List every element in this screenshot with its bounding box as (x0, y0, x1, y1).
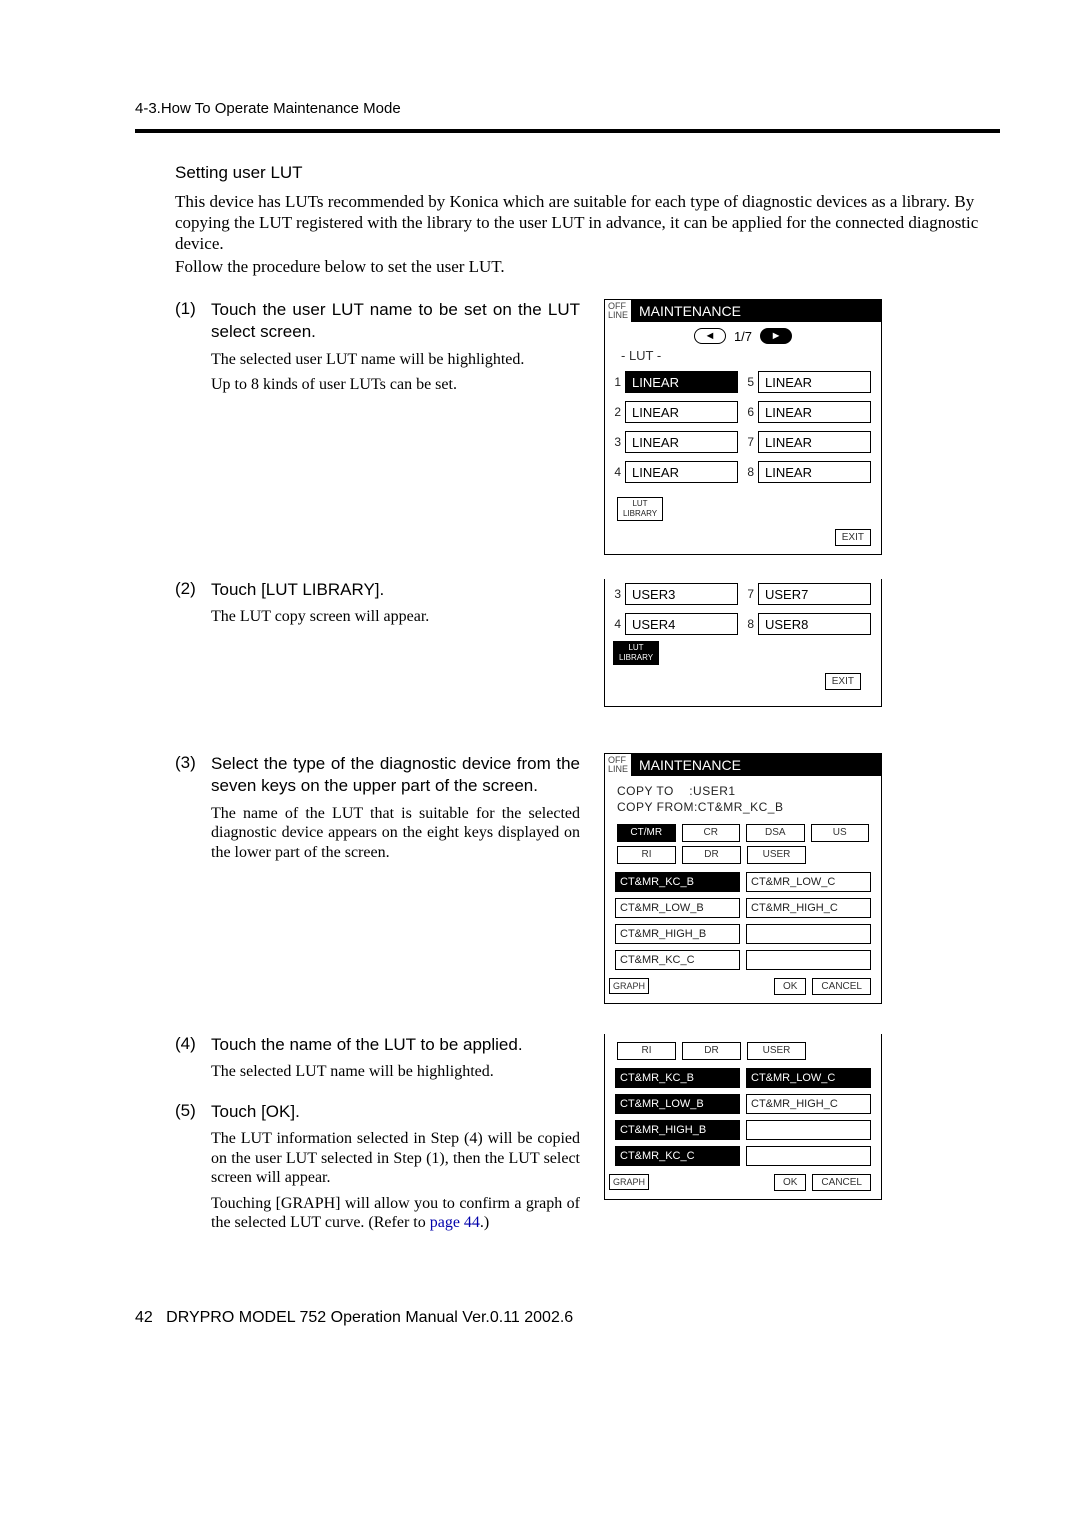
panel1-title: MAINTENANCE (639, 303, 741, 319)
lut-slot-2[interactable]: LINEAR (625, 401, 738, 423)
library-lut2-3l[interactable]: CT&MR_HIGH_B (615, 1120, 740, 1140)
lut-copy-panel-partial: RI DR USER CT&MR_KC_B CT&MR_LOW_C CT&MR_… (604, 1034, 882, 1200)
user-slot-3[interactable]: USER3 (625, 583, 738, 605)
step-2-title: Touch [LUT LIBRARY]. (211, 579, 384, 601)
page-link[interactable]: page 44 (430, 1214, 480, 1231)
step-2-body: The LUT copy screen will appear. (211, 607, 580, 627)
graph-button-2[interactable]: GRAPH (609, 1174, 649, 1190)
library-lut-3l[interactable]: CT&MR_HIGH_B (615, 924, 740, 944)
step-1-body-2: Up to 8 kinds of user LUTs can be set. (211, 375, 580, 395)
lut-copy-panel: OFFLINE MAINTENANCE COPY TO :USER1 COPY … (604, 753, 882, 1003)
lut-slot-1[interactable]: LINEAR (625, 371, 738, 393)
panel3-title: MAINTENANCE (639, 757, 741, 773)
offline-chip-2: OFFLINE (605, 754, 631, 776)
section-para-2: Follow the procedure below to set the us… (175, 256, 1000, 277)
step-3-body: The name of the LUT that is suitable for… (211, 804, 580, 863)
exit-button-2[interactable]: EXIT (825, 673, 861, 690)
page-header: 4-3.How To Operate Maintenance Mode (135, 100, 1000, 129)
step-3-num: (3) (175, 753, 203, 797)
step-3-title: Select the type of the diagnostic device… (211, 753, 580, 797)
user-slot-4[interactable]: USER4 (625, 613, 738, 635)
lut-slot-4[interactable]: LINEAR (625, 461, 738, 483)
library-lut2-4l[interactable]: CT&MR_KC_C (615, 1146, 740, 1166)
step-4-body: The selected LUT name will be highlighte… (211, 1062, 580, 1082)
library-lut-2r[interactable]: CT&MR_HIGH_C (746, 898, 871, 918)
library-lut2-1r[interactable]: CT&MR_LOW_C (746, 1068, 871, 1088)
library-lut2-3r[interactable] (746, 1120, 871, 1140)
section-para-1: This device has LUTs recommended by Koni… (175, 191, 1000, 254)
lut-slot-8[interactable]: LINEAR (758, 461, 871, 483)
step-5-title: Touch [OK]. (211, 1101, 300, 1123)
lut-slot-7[interactable]: LINEAR (758, 431, 871, 453)
type-cr[interactable]: CR (682, 824, 741, 842)
library-lut-4l[interactable]: CT&MR_KC_C (615, 950, 740, 970)
page-prev-button[interactable]: ◄ (694, 328, 726, 344)
type-dr[interactable]: DR (682, 846, 741, 864)
library-lut-1l[interactable]: CT&MR_KC_B (615, 872, 740, 892)
graph-button[interactable]: GRAPH (609, 978, 649, 994)
library-lut2-1l[interactable]: CT&MR_KC_B (615, 1068, 740, 1088)
lut-library-button-selected[interactable]: LUTLIBRARY (613, 641, 659, 665)
lut-select-panel: OFFLINE MAINTENANCE ◄ 1/7 ► - LUT - 1LIN… (604, 299, 882, 555)
type-ri[interactable]: RI (617, 846, 676, 864)
step-5-num: (5) (175, 1101, 203, 1123)
footer-text: DRYPRO MODEL 752 Operation Manual Ver.0.… (166, 1309, 573, 1326)
page-number: 42 (135, 1309, 153, 1326)
section-title: Setting user LUT (175, 163, 1000, 183)
offline-chip: OFFLINE (605, 300, 631, 322)
lut-slot-6[interactable]: LINEAR (758, 401, 871, 423)
type-user[interactable]: USER (747, 846, 806, 864)
library-lut2-2l[interactable]: CT&MR_LOW_B (615, 1094, 740, 1114)
lut-library-button[interactable]: LUTLIBRARY (617, 497, 663, 521)
library-lut2-4r[interactable] (746, 1146, 871, 1166)
library-lut-1r[interactable]: CT&MR_LOW_C (746, 872, 871, 892)
lut-select-panel-partial: 3USER3 7USER7 4USER4 8USER8 LUTLIBRARY (604, 579, 882, 707)
copy-to-label: COPY TO (617, 784, 674, 798)
step-4-title: Touch the name of the LUT to be applied. (211, 1034, 523, 1056)
library-lut-4r[interactable] (746, 950, 871, 970)
page-next-button[interactable]: ► (760, 328, 792, 344)
copy-from-line: COPY FROM:CT&MR_KC_B (617, 800, 783, 814)
type-ri-2[interactable]: RI (617, 1042, 676, 1060)
lut-slot-5[interactable]: LINEAR (758, 371, 871, 393)
lut-slot-3[interactable]: LINEAR (625, 431, 738, 453)
user-slot-8[interactable]: USER8 (758, 613, 871, 635)
library-lut-3r[interactable] (746, 924, 871, 944)
copy-to-value: :USER1 (689, 784, 735, 798)
step-1-title: Touch the user LUT name to be set on the… (211, 299, 580, 343)
header-rule (135, 129, 1000, 133)
type-us[interactable]: US (811, 824, 870, 842)
ok-button[interactable]: OK (774, 978, 806, 995)
step-1-body-1: The selected user LUT name will be highl… (211, 350, 580, 370)
page-footer: 42 DRYPRO MODEL 752 Operation Manual Ver… (135, 1309, 1000, 1327)
page-indicator: 1/7 (734, 329, 752, 344)
exit-button[interactable]: EXIT (835, 529, 871, 546)
step-5-body-2: Touching [GRAPH] will allow you to confi… (211, 1194, 580, 1233)
cancel-button[interactable]: CANCEL (812, 978, 871, 995)
cancel-button-2[interactable]: CANCEL (812, 1174, 871, 1191)
type-dr-2[interactable]: DR (682, 1042, 741, 1060)
step-1-num: (1) (175, 299, 203, 343)
step-4-num: (4) (175, 1034, 203, 1056)
type-user-2[interactable]: USER (747, 1042, 806, 1060)
user-slot-7[interactable]: USER7 (758, 583, 871, 605)
library-lut-2l[interactable]: CT&MR_LOW_B (615, 898, 740, 918)
step-5-body-1: The LUT information selected in Step (4)… (211, 1129, 580, 1188)
library-lut2-2r[interactable]: CT&MR_HIGH_C (746, 1094, 871, 1114)
step-2-num: (2) (175, 579, 203, 601)
lut-label: - LUT - (605, 346, 881, 371)
type-dsa[interactable]: DSA (746, 824, 805, 842)
ok-button-2[interactable]: OK (774, 1174, 806, 1191)
type-ctmr[interactable]: CT/MR (617, 824, 676, 842)
